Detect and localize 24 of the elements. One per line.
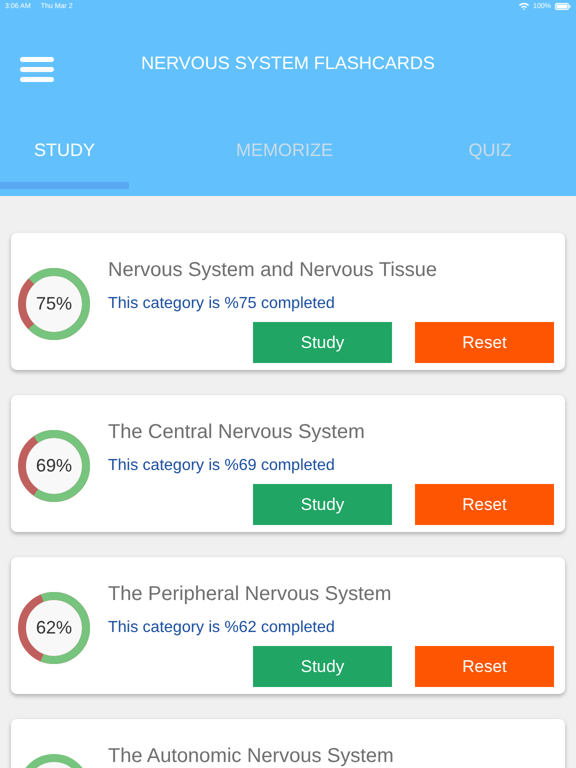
reset-button[interactable]: Reset bbox=[415, 322, 554, 363]
category-title: The Autonomic Nervous System bbox=[108, 744, 395, 768]
completion-text: This category is %75 completed bbox=[108, 295, 336, 313]
reset-button[interactable]: Reset bbox=[415, 484, 554, 525]
battery-icon bbox=[555, 2, 571, 10]
study-button[interactable]: Study bbox=[253, 646, 392, 687]
percent-label: 62% bbox=[36, 618, 72, 638]
category-title: Nervous System and Nervous Tissue bbox=[108, 258, 438, 282]
wifi-icon bbox=[519, 2, 530, 10]
reset-button[interactable]: Reset bbox=[415, 646, 554, 687]
percent-label: 75% bbox=[36, 294, 72, 314]
study-button[interactable]: Study bbox=[253, 484, 392, 525]
completion-text: This category is %62 completed bbox=[108, 619, 336, 637]
app-title: NERVOUS SYSTEM FLASHCARDS bbox=[141, 52, 435, 74]
percent-label: 69% bbox=[36, 456, 72, 476]
progress-ring bbox=[18, 592, 90, 664]
tab[interactable]: STUDY bbox=[0, 124, 129, 189]
completion-text: This category is %69 completed bbox=[108, 457, 336, 475]
progress-ring bbox=[18, 268, 90, 340]
menu-icon[interactable] bbox=[20, 57, 54, 82]
study-button[interactable]: Study bbox=[253, 322, 392, 363]
progress-ring bbox=[18, 430, 90, 502]
category-title: The Peripheral Nervous System bbox=[108, 582, 392, 606]
category-title: The Central Nervous System bbox=[108, 420, 366, 444]
